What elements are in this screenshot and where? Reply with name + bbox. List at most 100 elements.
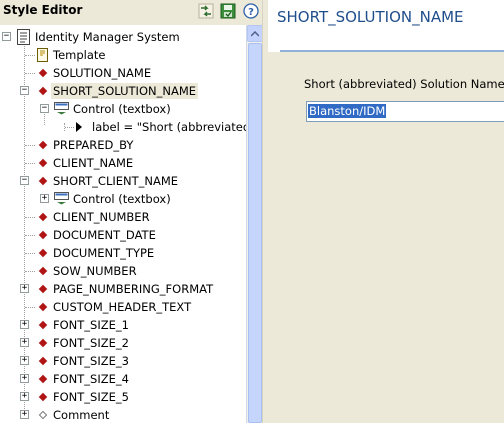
collapse-icon[interactable]: −: [20, 86, 29, 95]
tree-node-label: CUSTOM_HEADER_TEXT: [53, 300, 192, 314]
tree-node-label: FONT_SIZE_2: [53, 336, 129, 350]
tree-node-label: Template: [53, 48, 106, 62]
tree-node-label-property[interactable]: label = "Short (abbreviated: [0, 118, 246, 136]
tree-node-client-number[interactable]: CLIENT_NUMBER: [0, 208, 246, 226]
field-diamond-icon: [38, 284, 48, 294]
field-diamond-icon: [38, 176, 48, 186]
field-diamond-icon: [38, 356, 48, 366]
tree-guide-line: [25, 55, 35, 56]
tree-node-label: FONT_SIZE_5: [53, 390, 129, 404]
tree-node-label: DOCUMENT_TYPE: [53, 246, 155, 260]
tree-guide-line: [25, 73, 35, 74]
tree-node-solution-name[interactable]: SOLUTION_NAME: [0, 64, 246, 82]
tree-node-control[interactable]: + Control (textbox): [0, 190, 246, 208]
tree-node-label: Comment: [53, 408, 110, 422]
tree-scrollbar[interactable]: [246, 25, 263, 423]
tree-node-document-type[interactable]: DOCUMENT_TYPE: [0, 244, 246, 262]
expand-icon[interactable]: +: [20, 338, 29, 347]
tree-node-font-size-3[interactable]: + FONT_SIZE_3: [0, 352, 246, 370]
field-diamond-icon: [38, 338, 48, 348]
tree-node-label: SOW_NUMBER: [53, 264, 137, 278]
expand-icon[interactable]: +: [20, 392, 29, 401]
tree-node-font-size-5[interactable]: + FONT_SIZE_5: [0, 388, 246, 406]
expand-icon[interactable]: +: [20, 374, 29, 383]
tree-node-short-solution-name[interactable]: − SHORT_SOLUTION_NAME: [0, 82, 246, 100]
tree-node-prepared-by[interactable]: PREPARED_BY: [0, 136, 246, 154]
tree-node-label: DOCUMENT_DATE: [53, 228, 156, 242]
field-diamond-icon: [38, 392, 48, 402]
scroll-up-button[interactable]: [247, 25, 263, 42]
svg-text:?: ?: [248, 7, 254, 18]
expand-icon[interactable]: +: [40, 194, 49, 203]
field-diamond-icon: [38, 230, 48, 240]
tree-node-label: CLIENT_NUMBER: [53, 210, 150, 224]
detail-panel: SHORT_SOLUTION_NAME Short (abbreviated) …: [268, 0, 504, 423]
move-icon[interactable]: [197, 2, 215, 20]
save-green-icon[interactable]: [219, 2, 237, 20]
template-icon: [37, 48, 48, 65]
collapse-icon[interactable]: −: [20, 176, 29, 185]
field-diamond-icon: [38, 302, 48, 312]
tree-node-font-size-2[interactable]: + FONT_SIZE_2: [0, 334, 246, 352]
tree-guide-line: [25, 217, 35, 218]
field-label: Short (abbreviated) Solution Name: [304, 77, 504, 91]
tree-guide-line: [25, 163, 35, 164]
tree-node-label: PREPARED_BY: [53, 138, 134, 152]
control-icon: [54, 102, 69, 118]
collapse-icon[interactable]: −: [40, 104, 49, 113]
tree-node-label: PAGE_NUMBERING_FORMAT: [53, 282, 214, 296]
short-solution-name-input[interactable]: Blanston/IDM: [306, 101, 504, 122]
tree-node-page-numbering-format[interactable]: + PAGE_NUMBERING_FORMAT: [0, 280, 246, 298]
field-diamond-icon: [38, 374, 48, 384]
style-tree[interactable]: − Identity Manager System Template SOLUT…: [0, 25, 246, 423]
tree-guide-line: [25, 235, 35, 236]
tree-guide-line: [25, 307, 35, 308]
expand-icon[interactable]: +: [20, 284, 29, 293]
tree-node-label: FONT_SIZE_3: [53, 354, 129, 368]
tree-node-font-size-1[interactable]: + FONT_SIZE_1: [0, 316, 246, 334]
chevron-up-icon: [251, 30, 259, 37]
tree-node-label: label = "Short (abbreviated: [92, 120, 246, 134]
field-diamond-icon: [38, 266, 48, 276]
detail-title: SHORT_SOLUTION_NAME: [277, 8, 464, 26]
panel-title: Style Editor: [3, 3, 83, 17]
tree-node-custom-header-text[interactable]: CUSTOM_HEADER_TEXT: [0, 298, 246, 316]
tree-root[interactable]: − Identity Manager System: [0, 28, 246, 46]
tree-node-label: SOLUTION_NAME: [53, 66, 152, 80]
tree-node-label: FONT_SIZE_1: [53, 318, 129, 332]
tree-node-font-size-4[interactable]: + FONT_SIZE_4: [0, 370, 246, 388]
help-icon[interactable]: ?: [242, 2, 260, 20]
tree-root-label: Identity Manager System: [35, 30, 180, 44]
field-diamond-icon: [38, 248, 48, 258]
control-icon: [54, 192, 69, 208]
tree-guide-line: [25, 253, 35, 254]
hollow-diamond-icon: [38, 410, 48, 420]
field-diamond-icon: [38, 140, 48, 150]
tree-guide-line: [25, 145, 35, 146]
expand-icon[interactable]: +: [20, 320, 29, 329]
tree-node-comment[interactable]: + Comment: [0, 406, 246, 423]
tree-guide-line: [25, 271, 35, 272]
triangle-icon: [76, 122, 82, 132]
style-editor-panel: Style Editor ? − Identity Manager System…: [0, 0, 263, 423]
tree-node-control[interactable]: − Control (textbox): [0, 100, 246, 118]
tree-node-short-client-name[interactable]: − SHORT_CLIENT_NAME: [0, 172, 246, 190]
tree-node-sow-number[interactable]: SOW_NUMBER: [0, 262, 246, 280]
field-value: Blanston/IDM: [308, 104, 387, 118]
field-diamond-icon: [38, 212, 48, 222]
tree-guide-line: [65, 127, 74, 128]
style-editor-header: Style Editor ?: [0, 0, 262, 24]
tree-node-label: Control (textbox): [73, 102, 171, 116]
tree-node-template[interactable]: Template: [0, 46, 246, 64]
scroll-thumb[interactable]: [248, 43, 262, 423]
field-diamond-icon: [38, 68, 48, 78]
tree-node-label: Control (textbox): [73, 192, 171, 206]
collapse-icon[interactable]: −: [2, 32, 11, 41]
expand-icon[interactable]: +: [20, 410, 29, 419]
tree-node-client-name[interactable]: CLIENT_NAME: [0, 154, 246, 172]
detail-header: SHORT_SOLUTION_NAME: [268, 0, 504, 52]
title-rule: [280, 50, 504, 52]
tree-node-label: SHORT_CLIENT_NAME: [53, 174, 179, 188]
expand-icon[interactable]: +: [20, 356, 29, 365]
tree-node-document-date[interactable]: DOCUMENT_DATE: [0, 226, 246, 244]
